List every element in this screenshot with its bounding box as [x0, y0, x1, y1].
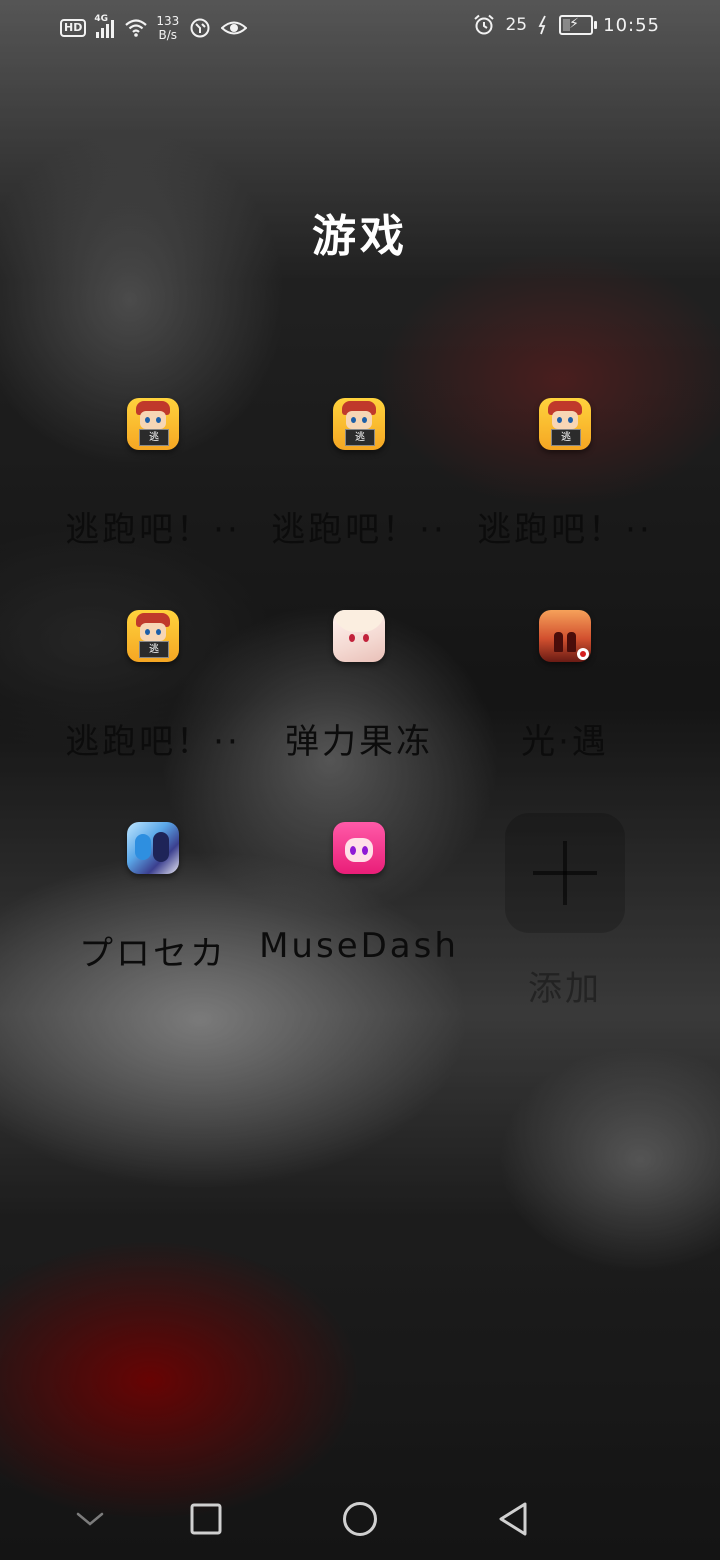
signal-icon: 4G: [94, 14, 115, 38]
collapse-chevron-icon[interactable]: [65, 1494, 115, 1544]
alarm-icon: [473, 14, 495, 36]
icon-badge: 逃: [139, 641, 169, 658]
icon-badge: 逃: [551, 429, 581, 446]
hd-icon: HD: [60, 19, 87, 37]
escape-game-icon: 逃: [333, 398, 385, 450]
add-label: 添加: [528, 969, 602, 1009]
app-label: 弹力果冻: [285, 722, 433, 762]
muse-dash-icon: [333, 822, 385, 874]
wifi-icon: [124, 17, 148, 39]
add-app-button[interactable]: 添加: [462, 813, 668, 1031]
bounce-jelly-icon: [333, 610, 385, 662]
back-triangle-icon[interactable]: [488, 1494, 538, 1544]
net-speed: 133 B/s: [156, 14, 179, 42]
recents-square-icon[interactable]: [181, 1494, 231, 1544]
status-bar: HD 4G 133 B/s 25 ⚡ 10:55: [0, 0, 720, 60]
folder-app-grid: 逃 逃跑吧！·· 逃 逃跑吧！·· 逃 逃跑吧！·· 逃 逃跑吧！·· 弹力果冻…: [50, 395, 670, 1031]
escape-game-icon: 逃: [127, 610, 179, 662]
status-bar-right: 25 ⚡ 10:55: [473, 14, 660, 36]
status-bar-left: HD 4G 133 B/s: [60, 14, 248, 42]
app-label: 逃跑吧！··: [65, 510, 241, 550]
data-saver-icon: [189, 17, 211, 39]
app-bounce-jelly[interactable]: 弹力果冻: [256, 607, 462, 819]
sky-game-icon: [539, 610, 591, 662]
folder-title[interactable]: 游戏: [0, 200, 720, 264]
battery-icon: ⚡: [559, 15, 598, 35]
network-type: 4G: [94, 14, 108, 24]
app-label: プロセカ: [79, 934, 227, 974]
app-label: 光·遇: [521, 722, 609, 762]
charging-icon: [537, 14, 549, 36]
app-escape-3[interactable]: 逃 逃跑吧！··: [462, 395, 668, 607]
clock: 10:55: [603, 14, 660, 36]
app-escape-4[interactable]: 逃 逃跑吧！··: [50, 607, 256, 819]
icon-badge: 逃: [139, 429, 169, 446]
app-muse-dash[interactable]: MuseDash: [256, 819, 462, 1031]
net-speed-unit: B/s: [158, 28, 178, 42]
home-screen: HD 4G 133 B/s 25 ⚡ 10:55 游戏 逃 逃跑吧！·· 逃 逃…: [0, 0, 720, 1560]
app-escape-1[interactable]: 逃 逃跑吧！··: [50, 395, 256, 607]
app-sky[interactable]: 光·遇: [462, 607, 668, 819]
app-label: 逃跑吧！··: [65, 722, 241, 762]
escape-game-icon: 逃: [127, 398, 179, 450]
plus-icon: [505, 813, 625, 933]
app-project-sekai[interactable]: プロセカ: [50, 819, 256, 1031]
app-label: 逃跑吧！··: [271, 510, 447, 550]
escape-game-icon: 逃: [539, 398, 591, 450]
app-label: 逃跑吧！··: [477, 510, 653, 550]
net-speed-value: 133: [156, 14, 180, 28]
app-label: MuseDash: [259, 926, 459, 966]
navigation-bar: [0, 1480, 720, 1560]
app-escape-2[interactable]: 逃 逃跑吧！··: [256, 395, 462, 607]
project-sekai-icon: [127, 822, 179, 874]
home-circle-icon[interactable]: [335, 1494, 385, 1544]
battery-label: 25: [505, 15, 528, 35]
eye-comfort-icon: [220, 17, 248, 39]
icon-badge: 逃: [345, 429, 375, 446]
